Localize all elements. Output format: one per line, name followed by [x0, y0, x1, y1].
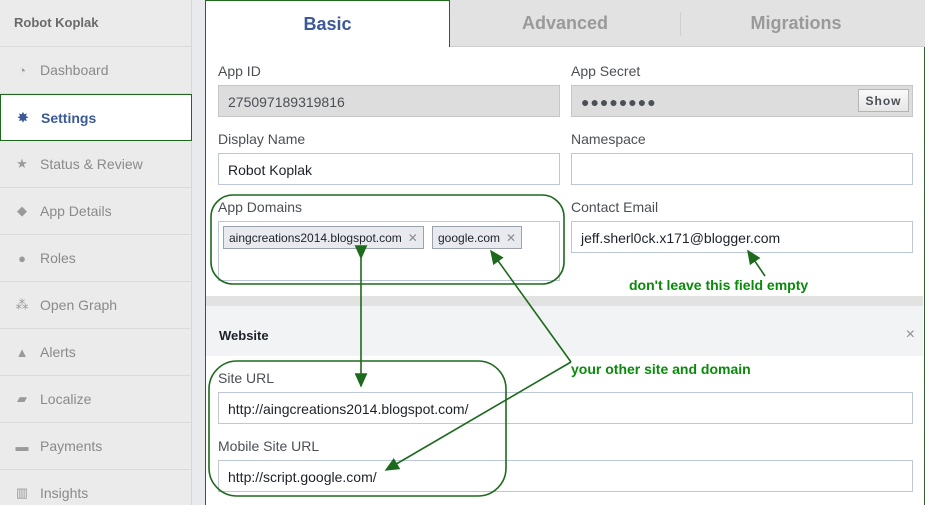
domain-token-label: google.com [438, 230, 501, 245]
sidebar-item-insights[interactable]: ▥ Insights [0, 470, 192, 505]
app-domains-label: App Domains [218, 199, 303, 215]
site-url-input[interactable]: http://aingcreations2014.blogspot.com/ [218, 392, 913, 424]
sidebar-item-label: Payments [40, 438, 103, 454]
mobile-site-url-input[interactable]: http://script.google.com/ [218, 460, 913, 492]
namespace-label: Namespace [571, 131, 646, 147]
remove-token-icon[interactable]: ✕ [506, 231, 516, 245]
sidebar-item-app-details[interactable]: ◆ App Details [0, 188, 192, 235]
sidebar-item-status-review[interactable]: ★ Status & Review [0, 141, 192, 188]
close-icon[interactable]: × [906, 326, 915, 344]
domain-token: aingcreations2014.blogspot.com ✕ [223, 226, 424, 249]
app-secret-field: ●●●●●●●● Show [571, 85, 913, 117]
email-annotation-note: don't leave this field empty [629, 277, 809, 293]
website-section-header: Website × [206, 296, 923, 356]
sidebar-item-alerts[interactable]: ▲ Alerts [0, 329, 192, 376]
contact-email-input[interactable]: jeff.sherl0ck.x171@blogger.com [571, 221, 913, 253]
domain-token: google.com ✕ [432, 226, 523, 249]
contact-email-label: Contact Email [571, 199, 659, 215]
show-secret-button[interactable]: Show [858, 89, 909, 112]
app-id-field: 275097189319816 [218, 85, 560, 117]
app-name: Robot Koplak [0, 0, 192, 47]
app-secret-value: ●●●●●●●● [581, 94, 657, 110]
sidebar-item-label: Dashboard [40, 62, 109, 78]
tab-migrations[interactable]: Migrations [681, 0, 911, 47]
gear-icon: ✸ [17, 109, 29, 125]
sidebar-item-label: App Details [40, 203, 112, 219]
sidebar-item-payments[interactable]: ▬ Payments [0, 423, 192, 470]
graph-icon: ⁂ [15, 297, 29, 312]
sidebar-item-localize[interactable]: ▰ Localize [0, 376, 192, 423]
cube-icon: ◆ [17, 203, 27, 218]
namespace-input[interactable] [571, 153, 913, 185]
map-icon: ▰ [17, 391, 27, 406]
sidebar-item-label: Open Graph [40, 297, 118, 313]
sidebar-item-label: Alerts [40, 344, 76, 360]
sidebar-item-dashboard[interactable]: ◔ Dashboard [0, 47, 192, 94]
tab-advanced[interactable]: Advanced [450, 0, 680, 47]
domain-annotation-note: your other site and domain [571, 361, 751, 377]
mobile-site-url-label: Mobile Site URL [218, 438, 320, 454]
sidebar: Robot Koplak ◔ Dashboard ✸ Settings ★ St… [0, 0, 192, 505]
website-title: Website [219, 328, 269, 343]
sidebar-item-roles[interactable]: ● Roles [0, 235, 192, 282]
sidebar-item-label: Roles [40, 250, 76, 266]
sidebar-item-label: Insights [40, 485, 89, 501]
card-icon: ▬ [15, 438, 29, 454]
sidebar-item-label: Localize [40, 391, 92, 407]
remove-token-icon[interactable]: ✕ [408, 231, 418, 245]
sidebar-item-open-graph[interactable]: ⁂ Open Graph [0, 282, 192, 329]
chart-icon: ▥ [15, 485, 29, 500]
sidebar-item-label: Settings [41, 109, 97, 126]
tab-bar: Basic Advanced Migrations [205, 0, 925, 48]
sidebar-item-label: Status & Review [40, 156, 143, 172]
app-id-label: App ID [218, 63, 261, 79]
app-secret-label: App Secret [571, 63, 641, 79]
main-content: Basic Advanced Migrations App ID 2750971… [205, 0, 925, 505]
site-url-label: Site URL [218, 370, 275, 386]
basic-settings-panel: App ID 275097189319816 App Secret ●●●●●●… [205, 47, 925, 505]
dashboard-icon: ◔ [18, 62, 26, 78]
star-icon: ★ [16, 156, 28, 171]
person-icon: ● [18, 250, 26, 266]
display-name-label: Display Name [218, 131, 306, 147]
tab-basic[interactable]: Basic [205, 0, 450, 48]
domain-token-label: aingcreations2014.blogspot.com [229, 230, 402, 245]
app-domains-input[interactable]: aingcreations2014.blogspot.com ✕ google.… [218, 221, 560, 281]
sidebar-item-settings[interactable]: ✸ Settings [0, 94, 192, 141]
display-name-input[interactable]: Robot Koplak [218, 153, 560, 185]
warning-icon: ▲ [15, 344, 29, 360]
